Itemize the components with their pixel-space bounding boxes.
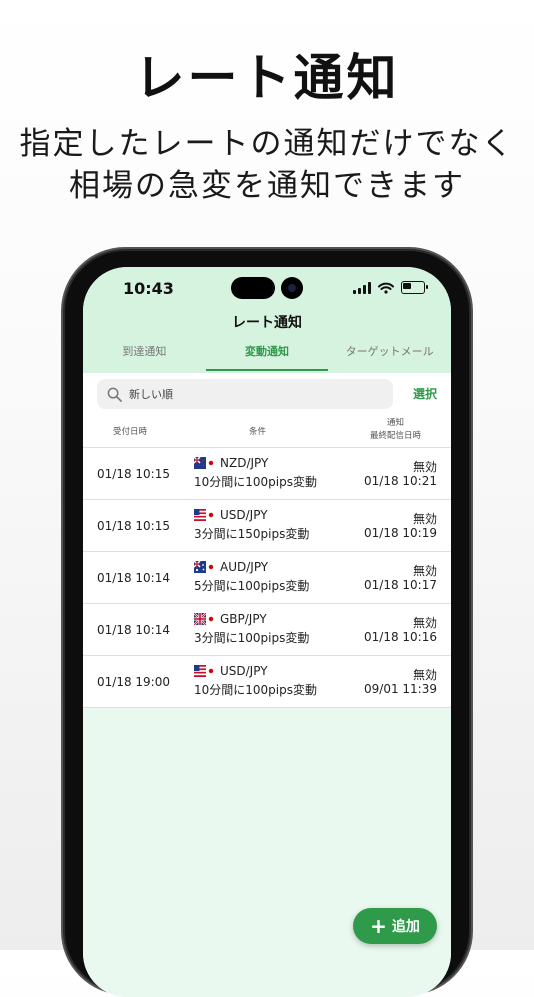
alert-condition: 10分間に100pips変動 <box>194 475 317 489</box>
wifi-icon <box>378 282 394 294</box>
last-sent-time: 01/18 10:19 <box>364 526 437 540</box>
alert-condition: 10分間に100pips変動 <box>194 683 317 697</box>
promo-subline-1: 指定したレートの通知だけでなく <box>19 126 515 162</box>
gb-flag-icon <box>194 613 214 625</box>
alert-status: 無効 <box>412 460 437 474</box>
column-header: 受付日時 条件 通知 最終配信日時 <box>83 415 451 448</box>
promo-subline-2: 相場の急変を通知できます <box>69 168 465 204</box>
table-row[interactable]: 01/18 10:14 AUD/JPY 5分間に100pips変動 無効 01/… <box>83 552 451 604</box>
us-flag-icon <box>194 509 214 521</box>
alert-status: 無効 <box>412 668 437 682</box>
status-time: 10:43 <box>123 279 174 298</box>
nz-flag-icon <box>194 457 214 469</box>
search-bar: 新しい順 選択 <box>83 373 451 415</box>
select-button[interactable]: 選択 <box>413 385 437 402</box>
promo-headline: レート通知 <box>134 48 400 107</box>
column-notify-line2: 最終配信日時 <box>369 431 421 441</box>
column-notify-line1: 通知 <box>386 418 404 428</box>
alert-rows: 01/18 10:15 NZD/JPY 10分間に100pips変動 無効 01… <box>83 448 451 708</box>
alert-condition: 3分間に150pips変動 <box>194 527 310 541</box>
sort-order-label: 新しい順 <box>129 388 173 401</box>
currency-pair: USD/JPY <box>220 508 268 522</box>
add-button-label: 追加 <box>391 919 420 935</box>
received-time: 01/18 10:14 <box>97 571 170 585</box>
alert-condition: 5分間に100pips変動 <box>194 579 310 593</box>
currency-pair: USD/JPY <box>220 664 268 678</box>
cellular-signal-icon <box>353 281 371 294</box>
au-flag-icon <box>194 561 214 573</box>
search-icon <box>107 387 122 402</box>
tab-bar: 到達通知 変動通知 ターゲットメール <box>83 343 451 373</box>
tab-target-mail[interactable]: ターゲットメール <box>328 343 451 373</box>
table-row[interactable]: 01/18 10:15 USD/JPY 3分間に150pips変動 無効 01/… <box>83 500 451 552</box>
battery-icon <box>401 281 428 294</box>
last-sent-time: 01/18 10:16 <box>364 630 437 644</box>
sort-search-field[interactable]: 新しい順 <box>97 379 393 409</box>
page-title: レート通知 <box>232 315 302 331</box>
tab-volatility-alert[interactable]: 変動通知 <box>205 343 329 373</box>
last-sent-time: 01/18 10:21 <box>364 474 437 488</box>
alert-status: 無効 <box>412 564 437 578</box>
camera-icon <box>281 277 303 299</box>
alert-list-area: 新しい順 選択 受付日時 条件 通知 最終配信日時 01/18 10:15 NZ… <box>83 373 451 997</box>
received-time: 01/18 19:00 <box>97 675 170 689</box>
dynamic-island <box>231 277 275 299</box>
add-alert-button[interactable]: + 追加 <box>353 908 437 944</box>
currency-pair: NZD/JPY <box>220 456 269 470</box>
column-received: 受付日時 <box>113 427 148 437</box>
alert-status: 無効 <box>412 512 437 526</box>
app-header: 10:43 レート通知 到達通知 変動通知 ターゲットメール <box>83 267 451 373</box>
plus-icon: + <box>370 914 387 938</box>
last-sent-time: 09/01 11:39 <box>364 682 437 696</box>
app-screen: 10:43 レート通知 到達通知 変動通知 ターゲットメール 新しい順 選択 受… <box>83 267 451 997</box>
status-icons <box>353 281 428 294</box>
currency-pair: AUD/JPY <box>220 560 269 574</box>
column-notify: 通知 最終配信日時 <box>370 417 421 443</box>
column-condition: 条件 <box>249 427 267 437</box>
tab-arrival-alert[interactable]: 到達通知 <box>83 343 206 373</box>
received-time: 01/18 10:15 <box>97 519 170 533</box>
alert-condition: 3分間に100pips変動 <box>194 631 310 645</box>
table-row[interactable]: 01/18 10:14 GBP/JPY 3分間に100pips変動 無効 01/… <box>83 604 451 656</box>
table-row[interactable]: 01/18 19:00 USD/JPY 10分間に100pips変動 無効 09… <box>83 656 451 708</box>
phone-frame: 10:43 レート通知 到達通知 変動通知 ターゲットメール 新しい順 選択 受… <box>65 251 469 997</box>
received-time: 01/18 10:14 <box>97 623 170 637</box>
last-sent-time: 01/18 10:17 <box>364 578 437 592</box>
us-flag-icon <box>194 665 214 677</box>
currency-pair: GBP/JPY <box>220 612 267 626</box>
received-time: 01/18 10:15 <box>97 467 170 481</box>
alert-status: 無効 <box>412 616 437 630</box>
table-row[interactable]: 01/18 10:15 NZD/JPY 10分間に100pips変動 無効 01… <box>83 448 451 500</box>
